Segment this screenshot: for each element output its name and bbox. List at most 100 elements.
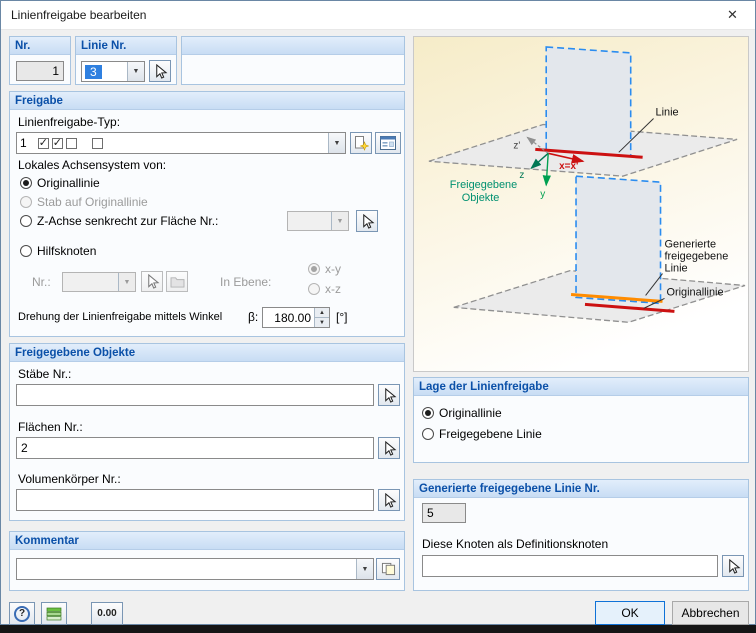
checkbox-checked-icon: [51, 136, 63, 149]
volumenkoerper-label: Volumenkörper Nr.:: [18, 472, 121, 486]
dropdown-arrow-icon: ▼: [331, 212, 348, 230]
volumenkoerper-pick-button[interactable]: [378, 489, 400, 511]
pick-cursor-icon: [384, 440, 396, 456]
empty-group-header: [182, 37, 404, 55]
close-button[interactable]: ✕: [710, 1, 755, 29]
radio-dot: [308, 263, 320, 275]
linie-nr-group: Linie Nr. 3 ▼: [75, 36, 177, 85]
knoten-input[interactable]: [422, 555, 718, 577]
spin-up-icon[interactable]: ▲: [315, 308, 329, 317]
axis-z-label: z: [519, 170, 524, 181]
diagram-svg: z' x=x' z y Freigegebene Objekte Linie G…: [428, 46, 746, 323]
notes-icon: [381, 562, 395, 576]
linie-nr-group-header: Linie Nr.: [76, 37, 176, 55]
radio-xz-label: x-z: [325, 282, 341, 296]
decimals-button[interactable]: 0.00: [91, 602, 123, 625]
beta-spinner[interactable]: ▲ ▼: [262, 307, 330, 328]
radio-originallinie[interactable]: Originallinie: [20, 176, 100, 190]
help-icon: ?: [14, 605, 30, 622]
pick-cursor-icon: [155, 63, 167, 79]
linie-nr-combo[interactable]: 3 ▼: [81, 61, 145, 82]
cancel-label: Abbrechen: [681, 606, 740, 620]
empty-group: [181, 36, 405, 85]
radio-hilfsknoten-label: Hilfsknoten: [37, 244, 97, 258]
radio-xy: x-y: [308, 262, 341, 276]
drehung-label: Drehung der Linienfreigabe mittels Winke…: [18, 311, 223, 323]
nr-group: Nr. 1: [9, 36, 71, 85]
units-button[interactable]: [41, 602, 67, 625]
diagram-illustration: z' x=x' z y Freigegebene Objekte Linie G…: [413, 36, 749, 372]
linie-label: Linie: [656, 107, 679, 119]
radio-dot: [20, 196, 32, 208]
radio-dot: [308, 283, 320, 295]
flaechen-input[interactable]: [16, 437, 374, 459]
radio-dot: [422, 407, 434, 419]
staebe-pick-button[interactable]: [378, 384, 400, 406]
lage-radio-freigegebene-linie[interactable]: Freigegebene Linie: [422, 427, 542, 441]
radio-dot: [20, 177, 32, 189]
beta-label: β:: [248, 310, 259, 324]
staebe-label: Stäbe Nr.:: [18, 367, 72, 381]
lage-radio-originallinie[interactable]: Originallinie: [422, 406, 502, 420]
linie-nr-value: 3: [85, 64, 102, 79]
originallinie-label: Originallinie: [666, 286, 723, 298]
typ-edit-button[interactable]: [375, 132, 401, 154]
window-title: Linienfreigabe bearbeiten: [11, 8, 147, 22]
units-icon: [46, 607, 62, 620]
pick-cursor-icon: [147, 274, 159, 289]
hilfsknoten-nr-combo: ▼: [62, 272, 136, 292]
pick-cursor-icon: [362, 213, 374, 229]
ok-button[interactable]: OK: [595, 601, 665, 625]
generierte-linie-group: Generierte freigegebene Linie Nr. 5 Dies…: [413, 479, 749, 591]
pick-cursor-icon: [384, 387, 396, 403]
freigegebene-objekte-group: Freigegebene Objekte Stäbe Nr.: Flächen …: [9, 343, 405, 521]
dialog-window: Linienfreigabe bearbeiten ✕ Nr. 1 Linie …: [0, 0, 756, 625]
in-ebene-label: In Ebene:: [220, 275, 272, 289]
typ-label: Linienfreigabe-Typ:: [18, 115, 121, 129]
radio-xz: x-z: [308, 282, 341, 296]
kommentar-combo[interactable]: ▼: [16, 558, 374, 580]
title-bar: Linienfreigabe bearbeiten ✕: [1, 1, 755, 30]
generated-line-nr-field: 5: [422, 503, 466, 523]
staebe-input[interactable]: [16, 384, 374, 406]
radio-zachse[interactable]: Z-Achse senkrecht zur Fläche Nr.:: [20, 214, 218, 228]
folder-icon: [170, 277, 184, 288]
hilfsknoten-nr-label: Nr.:: [32, 275, 51, 289]
zachse-pick-button[interactable]: [356, 210, 378, 232]
pick-cursor-icon: [728, 558, 740, 574]
radio-hilfsknoten[interactable]: Hilfsknoten: [20, 244, 96, 258]
spin-down-icon[interactable]: ▼: [315, 317, 329, 327]
achsensystem-label: Lokales Achsensystem von:: [18, 158, 167, 172]
axis-y-label: y: [540, 189, 545, 200]
beta-input[interactable]: [263, 308, 314, 327]
help-button[interactable]: ?: [9, 602, 35, 625]
cancel-button[interactable]: Abbrechen: [672, 601, 749, 625]
freigabe-group-header: Freigabe: [10, 92, 404, 110]
objekte-group-header: Freigegebene Objekte: [10, 344, 404, 362]
top-vertical-surface: [545, 46, 632, 158]
linie-pick-button[interactable]: [149, 60, 171, 82]
lage-group-header: Lage der Linienfreigabe: [414, 378, 748, 396]
decimals-label: 0.00: [97, 608, 117, 619]
generierte-label-3: Linie: [665, 263, 688, 275]
knoten-pick-button[interactable]: [722, 555, 744, 577]
radio-dot: [20, 245, 32, 257]
typ-new-button[interactable]: [350, 132, 372, 154]
flaechen-pick-button[interactable]: [378, 437, 400, 459]
volumenkoerper-input[interactable]: [16, 489, 374, 511]
freigegebene-objekte-label-1: Freigegebene: [450, 179, 517, 191]
freigabe-group: Freigabe Linienfreigabe-Typ: 1 ▼: [9, 91, 405, 337]
generierte-label-1: Generierte: [665, 239, 717, 251]
bottom-vertical-surface: [575, 175, 662, 305]
new-item-icon: [355, 136, 369, 151]
kommentar-group: Kommentar ▼: [9, 531, 405, 591]
radio-originallinie-label: Originallinie: [37, 176, 100, 190]
radio-xy-label: x-y: [325, 262, 341, 276]
linienfreigabe-typ-combo[interactable]: 1 ▼: [16, 132, 346, 154]
kommentar-apply-button[interactable]: [376, 558, 400, 580]
axis-x-label: x=x': [559, 161, 578, 172]
hilfsknoten-folder-button: [166, 271, 188, 292]
dropdown-arrow-icon: ▼: [328, 133, 345, 153]
taskbar-strip: [0, 625, 756, 633]
radio-stab-auf-originallinie: Stab auf Originallinie: [20, 195, 148, 209]
